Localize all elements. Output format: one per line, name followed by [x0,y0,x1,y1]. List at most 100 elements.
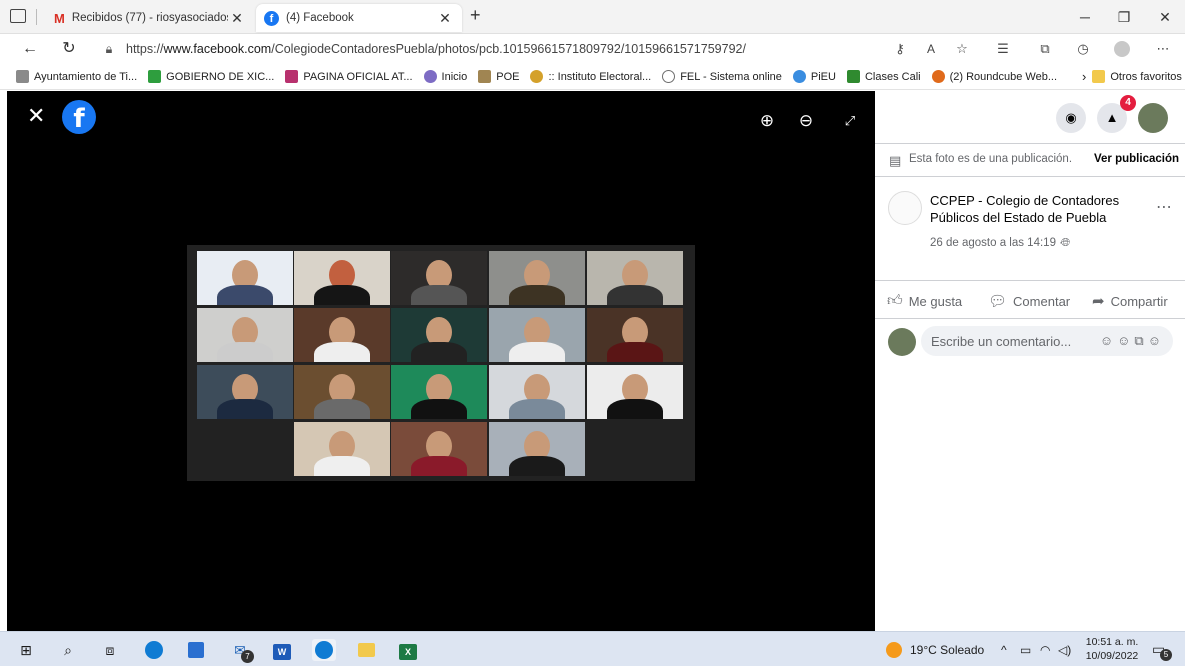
comment-input[interactable]: Escribe un comentario... ☺☺⧉☺ [921,326,1173,356]
facebook-logo-icon[interactable]: f [62,100,96,134]
tab-divider [36,9,37,25]
bookmark-favicon-icon [478,70,492,83]
video-tile [391,251,487,305]
add-favorite-icon[interactable]: ☆ [951,39,973,59]
tray-chevron-icon[interactable]: ^ [1001,632,1007,666]
restore-icon[interactable]: ❐ [1109,6,1139,28]
video-tile [391,308,487,362]
bookmark-item[interactable]: (2) Roundcube Web... [931,70,1058,83]
bookmark-item[interactable]: POE [478,70,519,83]
video-tile [489,422,585,476]
zoom-out-icon[interactable]: ⊖ [794,109,818,133]
start-icon[interactable]: ⊞ [14,639,38,661]
post-side-panel: ◉ ▲ ▤ Esta foto es de una publicación. V… [875,91,1185,631]
bookmark-label: Otros favoritos [1110,70,1182,83]
profile-icon[interactable] [1111,39,1133,59]
refresh-icon[interactable]: ↻ [56,38,82,60]
page-avatar[interactable] [888,191,922,225]
facebook-icon: f [264,10,279,26]
bookmark-label: :: Instituto Electoral... [548,70,652,83]
minimize-icon[interactable]: ─ [1070,6,1100,28]
weather-widget[interactable]: 19°C Soleado [886,632,984,666]
fullscreen-icon[interactable]: ⤢ [838,109,862,133]
bookmark-item[interactable]: Ayuntamiento de Ti... [16,70,137,83]
tab-facebook[interactable]: f (4) Facebook ✕ [256,4,462,32]
favorites-icon[interactable]: ☰ [992,39,1014,59]
more-icon[interactable]: ⋯ [1152,39,1174,59]
read-aloud-icon[interactable]: A [920,39,942,59]
key-icon[interactable]: ⚷ [889,39,911,59]
url-field[interactable]: 🔒︎ https://www.facebook.com/ColegiodeCon… [100,37,890,61]
collections-icon[interactable]: ⧉ [1034,39,1056,59]
search-icon[interactable]: ⌕ [56,639,80,661]
bell-icon: ▲ [1105,110,1119,125]
edge-icon[interactable] [142,639,166,661]
new-tab-button[interactable]: + [470,5,481,26]
zoom-in-icon[interactable]: ⊕ [755,109,779,133]
bookmark-item[interactable]: Clases Cali [846,70,921,83]
file-explorer-icon[interactable] [354,639,378,661]
post-date[interactable]: 26 de agosto a las 14:19 · [930,237,1063,249]
comment-attachment-icons[interactable]: ☺☺⧉☺ [1100,333,1165,349]
comment-button[interactable]: 💬︎ Comentar [988,292,1070,310]
close-window-icon[interactable]: ✕ [1150,6,1180,28]
history-icon[interactable]: ◷ [1072,39,1094,59]
url-path: /ColegiodeContadoresPuebla/photos/pcb.10… [271,42,746,56]
tab-actions-icon[interactable] [10,9,26,23]
close-viewer-icon[interactable]: ✕ [27,105,45,127]
task-view-icon[interactable]: ⧈ [98,639,122,661]
like-button[interactable]: 👍︎ Me gusta [887,292,962,310]
edge-active-icon[interactable] [312,639,336,661]
messenger-icon: ◉ [1065,110,1077,125]
comment-icon: 💬︎ [988,293,1008,310]
bookmark-favicon-icon [285,70,299,83]
bookmark-item[interactable]: :: Instituto Electoral... [530,70,651,83]
bookmark-label: FEL - Sistema online [680,70,782,83]
url-scheme: https:// [126,42,164,56]
meeting-photo [187,245,695,481]
view-post-link[interactable]: Ver publicación [1094,153,1179,165]
bookmark-favicon-icon [148,70,162,83]
tab-title: (4) Facebook [286,12,354,24]
bookmark-label: POE [496,70,520,83]
close-tab-icon[interactable]: ✕ [436,10,454,27]
tab-title: Recibidos (77) - riosyasociadosa [71,12,228,24]
photo-viewer: ✕ f ⊕ ⊖ ⤢ [7,91,875,631]
bookmark-label: PAGINA OFICIAL AT... [303,70,413,83]
excel-icon[interactable]: X [396,639,420,661]
other-favorites-folder[interactable]: Otros favoritos [1092,70,1182,83]
bookmark-item[interactable]: PiEU [792,70,836,83]
bookmark-item[interactable]: PAGINA OFICIAL AT... [285,70,413,83]
volume-icon[interactable]: ◁) [1058,632,1071,666]
profile-avatar[interactable] [1138,103,1168,133]
share-icon: ➦ [1092,293,1105,310]
clock-time: 10:51 a. m. [1085,636,1139,648]
clock[interactable]: 10:51 a. m. 10/09/2022 [1083,635,1141,663]
tab-gmail[interactable]: M Recibidos (77) - riosyasociadosa ✕ [46,4,254,32]
bookmarks-overflow-icon[interactable]: › [1082,69,1086,84]
wifi-icon[interactable]: ◠ [1040,632,1050,666]
page-name-link[interactable]: CCPEP - Colegio de Contadores Públicos d… [930,192,1140,226]
close-tab-icon[interactable]: ✕ [228,10,246,27]
bookmark-favicon-icon [16,70,29,83]
video-tile [489,308,585,362]
gmail-icon: M [54,10,65,26]
video-tile [294,365,390,419]
bookmark-favicon-icon [423,70,437,83]
bookmark-item[interactable]: FEL - Sistema online [662,70,782,83]
video-tile [294,422,390,476]
back-icon[interactable]: ← [17,38,43,60]
bookmark-item[interactable]: Inicio [423,70,467,83]
post-options-icon[interactable]: ⋯ [1156,197,1172,217]
bookmark-item[interactable]: GOBIERNO DE XIC... [148,70,274,83]
folder-icon [1092,70,1106,83]
bookmark-label: (2) Roundcube Web... [949,70,1058,83]
address-bar-row: ← ↻ 🔒︎ https://www.facebook.com/Colegiod… [0,34,1185,64]
share-button[interactable]: ➦ Compartir [1092,292,1168,310]
store-icon[interactable] [184,639,208,661]
weather-text: 19°C Soleado [910,642,985,657]
word-icon[interactable]: W [270,639,294,661]
battery-icon[interactable]: ▭ [1020,632,1031,666]
video-tile [294,251,390,305]
messenger-button[interactable]: ◉ [1056,103,1086,133]
